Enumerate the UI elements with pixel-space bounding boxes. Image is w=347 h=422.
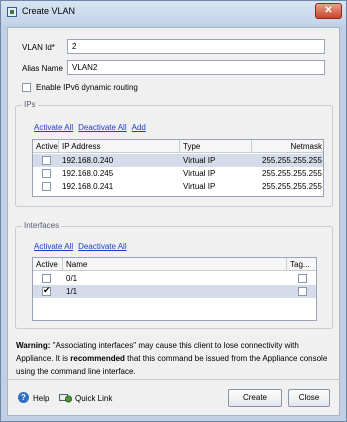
- ip-netmask-cell: 255.255.255.255: [261, 169, 322, 178]
- ip-address-cell: 192.168.0.245: [62, 169, 114, 178]
- help-link[interactable]: Help: [33, 394, 49, 403]
- ip-netmask-cell: 255.255.255.255: [261, 156, 322, 165]
- ipv6-routing-label: Enable IPv6 dynamic routing: [36, 83, 138, 92]
- ips-activate-all-link[interactable]: Activate All: [34, 123, 73, 132]
- ips-table: Active IP Address Type Netmask 192.168.0…: [32, 139, 324, 197]
- help-icon[interactable]: ?: [18, 392, 29, 403]
- interfaces-group-title: Interfaces: [22, 221, 62, 230]
- ipv6-routing-checkbox[interactable]: [22, 83, 31, 92]
- table-row[interactable]: 192.168.0.240 Virtual IP 255.255.255.255: [33, 154, 323, 167]
- warning-emphasis: recommended: [70, 354, 125, 363]
- ips-table-header: Active IP Address Type Netmask: [33, 140, 323, 153]
- footer-separator: [7, 379, 340, 380]
- interfaces-activate-all-link[interactable]: Activate All: [34, 242, 73, 251]
- interfaces-deactivate-all-link[interactable]: Deactivate All: [78, 242, 126, 251]
- ips-group-title: IPs: [22, 100, 38, 109]
- dialog-title: Create VLAN: [22, 6, 76, 16]
- interfaces-table: Active Name Tag... 0/1 1/1: [32, 257, 317, 321]
- warning-message: Warning: "Associating interfaces" may ca…: [16, 339, 332, 378]
- interfaces-col-active[interactable]: Active: [33, 258, 63, 271]
- quick-link-icon[interactable]: [59, 392, 72, 403]
- quick-link[interactable]: Quick Link: [75, 394, 112, 403]
- window-close-button[interactable]: ✕: [315, 3, 342, 19]
- interfaces-col-name[interactable]: Name: [63, 258, 287, 271]
- interfaces-table-header: Active Name Tag...: [33, 258, 316, 271]
- ips-col-active[interactable]: Active: [33, 140, 59, 153]
- warning-label: Warning:: [16, 341, 51, 350]
- ip-active-checkbox[interactable]: [42, 182, 51, 191]
- create-button[interactable]: Create: [228, 389, 282, 407]
- alias-name-label: Alias Name: [22, 64, 63, 73]
- ip-netmask-cell: 255.255.255.255: [261, 182, 322, 191]
- table-row[interactable]: 1/1: [33, 285, 316, 298]
- ip-type-cell: Virtual IP: [183, 182, 216, 191]
- table-row[interactable]: 192.168.0.241 Virtual IP 255.255.255.255: [33, 180, 323, 193]
- ips-add-link[interactable]: Add: [132, 123, 146, 132]
- interfaces-links: Activate All Deactivate All: [34, 242, 132, 251]
- ip-type-cell: Virtual IP: [183, 169, 216, 178]
- interfaces-col-tag[interactable]: Tag...: [287, 258, 316, 271]
- ip-type-cell: Virtual IP: [183, 156, 216, 165]
- interface-name-cell: 0/1: [66, 274, 78, 283]
- vlan-id-input[interactable]: [67, 39, 325, 54]
- ips-col-netmask[interactable]: Netmask: [252, 140, 323, 153]
- vlan-id-label: VLAN Id*: [22, 43, 55, 52]
- close-button[interactable]: Close: [288, 389, 330, 407]
- create-vlan-dialog: Create VLAN ✕ VLAN Id* Alias Name Enable…: [0, 0, 347, 422]
- ip-address-cell: 192.168.0.241: [62, 182, 114, 191]
- interface-tag-checkbox[interactable]: [298, 274, 307, 283]
- ips-col-ip[interactable]: IP Address: [59, 140, 180, 153]
- ip-active-checkbox[interactable]: [42, 156, 51, 165]
- title-bar[interactable]: Create VLAN ✕: [1, 1, 346, 25]
- alias-name-input[interactable]: [67, 60, 325, 75]
- ip-address-cell: 192.168.0.240: [62, 156, 114, 165]
- interface-active-checkbox[interactable]: [42, 285, 51, 296]
- ips-links: Activate All Deactivate All Add: [34, 123, 151, 132]
- interface-active-checkbox[interactable]: [42, 274, 51, 283]
- interface-tag-checkbox[interactable]: [298, 287, 307, 296]
- vlan-app-icon: [7, 7, 17, 17]
- ip-active-checkbox[interactable]: [42, 169, 51, 178]
- ips-deactivate-all-link[interactable]: Deactivate All: [78, 123, 126, 132]
- interface-name-cell: 1/1: [66, 287, 78, 296]
- table-row[interactable]: 192.168.0.245 Virtual IP 255.255.255.255: [33, 167, 323, 180]
- table-row[interactable]: 0/1: [33, 272, 316, 285]
- ips-col-type[interactable]: Type: [180, 140, 252, 153]
